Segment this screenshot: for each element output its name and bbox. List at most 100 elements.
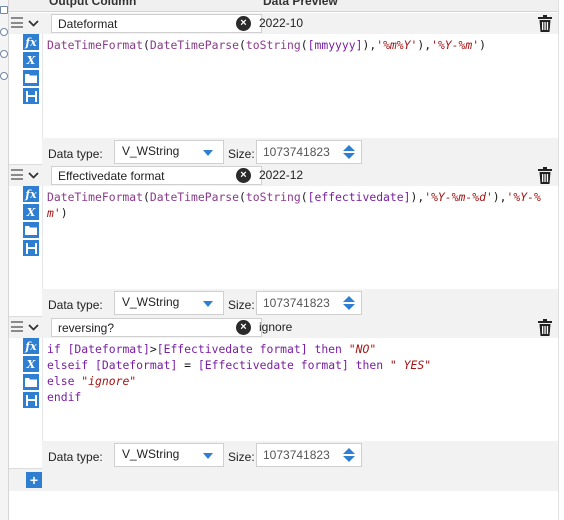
gutter-config-icon[interactable]	[0, 6, 8, 14]
open-folder-icon[interactable]	[23, 374, 39, 390]
gutter-connection-icon[interactable]	[0, 50, 8, 58]
open-folder-icon[interactable]	[23, 70, 39, 86]
size-label: Size:	[228, 450, 255, 464]
output-column-input[interactable]: Effectivedate format	[51, 166, 262, 185]
output-column-input[interactable]: reversing?	[51, 318, 262, 337]
data-type-value: V_WString	[122, 144, 180, 158]
punctuation-token: (	[143, 38, 150, 52]
chevron-down-icon[interactable]	[25, 167, 41, 183]
punctuation-token: >	[149, 342, 157, 356]
function-token: toString	[245, 38, 301, 52]
chevron-down-icon[interactable]	[25, 15, 41, 31]
punctuation-token: )	[60, 206, 68, 220]
variables-x-icon[interactable]: X	[23, 52, 39, 68]
keyword-token: endif	[47, 390, 82, 404]
dropdown-arrow-icon	[203, 453, 213, 459]
size-input[interactable]: 1073741823	[256, 140, 362, 164]
gutter-annotation-icon[interactable]	[0, 28, 8, 36]
trash-icon[interactable]	[538, 167, 552, 184]
keyword-token: else	[47, 374, 82, 388]
expression-editor[interactable]: if [Dateformat]>[Effectivedate format] t…	[42, 338, 558, 442]
formula-fx-icon[interactable]: fx	[23, 34, 39, 50]
size-label: Size:	[228, 147, 255, 161]
string-token: '%Y-%m'	[431, 38, 480, 52]
field-token: [Effectivedate format]	[156, 342, 308, 356]
trash-icon[interactable]	[538, 15, 552, 32]
data-type-select[interactable]: V_WString	[114, 140, 224, 164]
scrollbar-track[interactable]	[558, 0, 564, 520]
expression-tools: fx X	[23, 34, 41, 106]
type-row: Data type: V_WString Size: 1073741823	[42, 289, 558, 318]
function-token: DateTimeFormat	[47, 190, 144, 204]
size-label: Size:	[228, 298, 255, 312]
string-token: '%m%Y'	[376, 38, 418, 52]
expression-editor[interactable]: DateTimeFormat(DateTimeParse(toString([e…	[42, 186, 558, 290]
data-type-label: Data type:	[48, 147, 103, 161]
gutter-help-icon[interactable]	[0, 72, 8, 80]
left-toolbar-gutter	[0, 0, 9, 520]
size-value: 1073741823	[263, 448, 330, 462]
column-header-row: Output Column Data Preview	[9, 0, 558, 12]
field-token: [Effectivedate format]	[197, 358, 349, 372]
field-token: [Dateformat]	[67, 342, 150, 356]
expression-tools: fx X	[23, 338, 41, 410]
clear-icon[interactable]: ×	[236, 168, 251, 183]
variables-x-icon[interactable]: X	[23, 356, 39, 372]
open-folder-icon[interactable]	[23, 222, 39, 238]
function-token: DateTimeFormat	[47, 38, 144, 52]
punctuation-token: ),	[417, 38, 432, 52]
data-type-label: Data type:	[48, 298, 103, 312]
spinner-icon[interactable]	[340, 295, 358, 311]
data-type-select[interactable]: V_WString	[114, 291, 224, 315]
string-token: " YES"	[389, 358, 432, 372]
formula-fx-icon[interactable]: fx	[23, 338, 39, 354]
field-row: reversing? × ignore	[9, 317, 558, 338]
string-token: "NO"	[348, 342, 377, 356]
field-row: Dateformat × 2022-10	[9, 13, 558, 34]
function-token: DateTimeParse	[149, 190, 240, 204]
chevron-down-icon[interactable]	[25, 319, 41, 335]
field-row: Effectivedate format × 2022-12	[9, 165, 558, 186]
string-token: "ignore"	[81, 374, 137, 388]
size-input[interactable]: 1073741823	[256, 443, 362, 467]
data-type-select[interactable]: V_WString	[114, 443, 224, 467]
type-row: Data type: V_WString Size: 1073741823	[42, 138, 558, 167]
data-preview-value: 2022-10	[259, 16, 304, 30]
data-type-value: V_WString	[122, 447, 180, 461]
save-icon[interactable]	[23, 88, 39, 104]
data-preview-header: Data Preview	[263, 0, 338, 8]
save-icon[interactable]	[23, 392, 39, 408]
punctuation-token: )	[479, 38, 486, 52]
data-preview-value: 2022-12	[259, 168, 304, 182]
size-value: 1073741823	[263, 145, 330, 159]
add-field-row: +	[9, 469, 558, 491]
formula-block-effectivedate: Effectivedate format × 2022-12 fx X Date…	[9, 165, 558, 318]
clear-icon[interactable]: ×	[236, 320, 251, 335]
punctuation-token: (	[239, 190, 246, 204]
field-token: [mmyyyy]	[307, 38, 363, 52]
function-token: toString	[245, 190, 301, 204]
drag-handle-icon[interactable]	[11, 169, 23, 180]
data-type-label: Data type:	[48, 450, 103, 464]
save-icon[interactable]	[23, 240, 39, 256]
expression-tools: fx X	[23, 186, 41, 258]
keyword-token: then	[307, 342, 349, 356]
size-value: 1073741823	[263, 296, 330, 310]
drag-handle-icon[interactable]	[11, 321, 23, 332]
trash-icon[interactable]	[538, 319, 552, 336]
clear-icon[interactable]: ×	[236, 16, 251, 31]
variables-x-icon[interactable]: X	[23, 204, 39, 220]
add-field-button[interactable]: +	[26, 472, 42, 488]
spinner-icon[interactable]	[340, 447, 358, 463]
spinner-icon[interactable]	[340, 144, 358, 160]
size-input[interactable]: 1073741823	[256, 291, 362, 315]
drag-handle-icon[interactable]	[11, 17, 23, 28]
output-column-input[interactable]: Dateformat	[51, 14, 262, 33]
formula-fx-icon[interactable]: fx	[23, 186, 39, 202]
string-token: '%Y-%m-%d'	[424, 190, 493, 204]
keyword-token: then	[348, 358, 390, 372]
expression-editor[interactable]: DateTimeFormat(DateTimeParse(toString([m…	[42, 34, 558, 138]
punctuation-token: ),	[362, 38, 377, 52]
punctuation-token: =	[177, 358, 198, 372]
function-token: DateTimeParse	[149, 38, 240, 52]
